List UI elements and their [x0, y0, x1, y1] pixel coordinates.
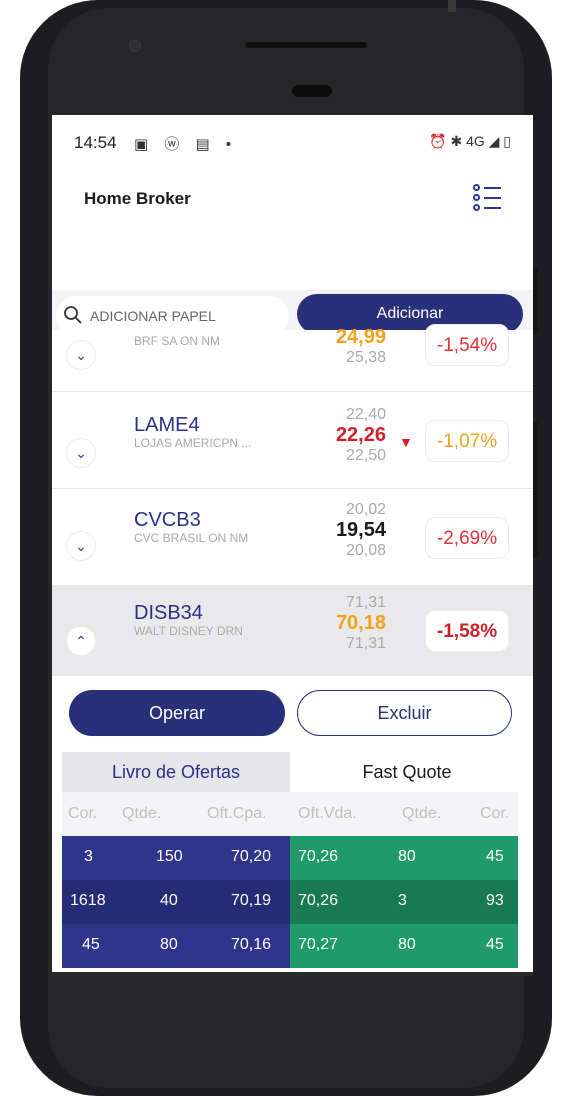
- status-time: 14:54: [74, 133, 117, 152]
- front-camera: [129, 40, 141, 52]
- screen: 14:54 ▣ ⓦ ▤ • ⏰ ✱ 4G ◢ ▯ Home Broker Adi…: [52, 115, 533, 972]
- buy-qty: 40: [160, 892, 178, 909]
- price-column: 22,40 22,26 22,50: [312, 406, 386, 465]
- proximity-sensor: [292, 85, 332, 97]
- quote-row[interactable]: ⌄ CVCB3 CVC BRASIL ON NM 20,02 19,54 20,…: [52, 489, 533, 586]
- sell-broker: 45: [486, 848, 504, 865]
- buy-qty: 150: [156, 848, 183, 865]
- buy-broker: 45: [82, 936, 100, 953]
- last-price: 19,54: [335, 519, 386, 541]
- price-column: 71,31 70,18 71,31: [312, 594, 386, 653]
- search-icon: [64, 306, 82, 324]
- list-menu-icon[interactable]: [473, 181, 503, 215]
- app-title: Home Broker: [84, 189, 191, 208]
- bid-price: 70,20: [231, 848, 272, 865]
- sell-qty: 3: [398, 892, 407, 909]
- header-broker-buy: Cor.: [68, 805, 98, 822]
- price-column: 24,99 25,38: [312, 326, 386, 367]
- tab-fast-quote[interactable]: Fast Quote: [296, 752, 518, 792]
- header-broker-sell: Cor.: [480, 805, 510, 822]
- delete-button[interactable]: Excluir: [297, 690, 512, 736]
- action-buttons: Operar Excluir: [52, 676, 533, 746]
- order-book-row: 45 80 70,16 70,27 80 45: [62, 924, 518, 968]
- header-ask: Oft.Vda.: [298, 805, 357, 822]
- last-price: 24,99: [335, 326, 386, 348]
- app-bar: Home Broker: [52, 171, 533, 233]
- low-price: 20,02: [345, 501, 386, 518]
- price-column: 20,02 19,54 20,08: [312, 501, 386, 560]
- header-qty-sell: Qtde.: [402, 805, 442, 822]
- high-price: 20,08: [345, 542, 386, 559]
- order-book-row: 3 150 70,20 70,26 80 45: [62, 836, 518, 880]
- high-price: 71,31: [345, 635, 386, 652]
- quote-row-expanded[interactable]: ⌃ DISB34 WALT DISNEY DRN 71,31 70,18 71,…: [52, 586, 533, 676]
- quote-row[interactable]: ⌄ LAME4 LOJAS AMERICPN ... 22,40 22,26 2…: [52, 392, 533, 489]
- header-qty-buy: Qtde.: [122, 805, 162, 822]
- menu-dot: [473, 194, 480, 201]
- menu-line: [484, 207, 501, 209]
- variation-badge: -1,58%: [425, 610, 509, 652]
- buy-qty: 80: [160, 936, 178, 953]
- chevron-down-icon[interactable]: ⌄: [66, 438, 96, 468]
- system-icons: ⏰ ✱ 4G ◢ ▯: [429, 133, 511, 149]
- ask-price: 70,27: [298, 936, 339, 953]
- variation-badge: -1,07%: [425, 420, 509, 462]
- search-input[interactable]: [90, 304, 280, 328]
- menu-line: [484, 197, 501, 199]
- low-price: 71,31: [345, 594, 386, 611]
- menu-line: [484, 187, 501, 189]
- sell-qty: 80: [398, 936, 416, 953]
- company-name: CVC BRASIL ON NM: [134, 531, 249, 545]
- bid-price: 70,16: [231, 936, 272, 953]
- high-price: 25,38: [345, 349, 386, 366]
- company-name: BRF SA ON NM: [134, 334, 221, 348]
- ask-price: 70,26: [298, 892, 339, 909]
- notification-icons: ▣ ⓦ ▤ •: [134, 136, 238, 153]
- price-down-icon: ▼: [399, 434, 413, 450]
- detail-tabs: Livro de Ofertas Fast Quote: [62, 752, 518, 792]
- quote-row[interactable]: ⌄ BRF SA ON NM 24,99 25,38 -1,54%: [52, 324, 533, 392]
- chevron-down-icon[interactable]: ⌄: [66, 340, 96, 370]
- ticker-symbol: DISB34: [134, 602, 203, 624]
- high-price: 22,50: [345, 447, 386, 464]
- sell-broker: 93: [486, 892, 504, 909]
- variation-badge: -2,69%: [425, 517, 509, 559]
- chevron-up-icon[interactable]: ⌃: [66, 626, 96, 656]
- last-price: 22,26: [335, 424, 386, 446]
- tab-order-book[interactable]: Livro de Ofertas: [62, 752, 290, 792]
- variation-badge: -1,54%: [425, 324, 509, 366]
- earpiece-speaker: [245, 42, 367, 48]
- menu-dot: [473, 184, 480, 191]
- sell-broker: 45: [486, 936, 504, 953]
- operate-button[interactable]: Operar: [69, 690, 285, 736]
- buy-broker: 1618: [70, 892, 106, 909]
- menu-dot: [473, 204, 480, 211]
- ticker-symbol: LAME4: [134, 414, 200, 436]
- low-price: 22,40: [345, 406, 386, 423]
- order-book-row: 1618 40 70,19 70,26 3 93: [62, 880, 518, 924]
- bid-price: 70,19: [231, 892, 272, 909]
- header-spacer: [52, 233, 533, 288]
- company-name: LOJAS AMERICPN ...: [134, 436, 252, 450]
- buy-broker: 3: [84, 848, 93, 865]
- ask-price: 70,26: [298, 848, 339, 865]
- sell-qty: 80: [398, 848, 416, 865]
- order-book-header: Cor. Qtde. Oft.Cpa. Oft.Vda. Qtde. Cor.: [62, 792, 518, 836]
- chevron-down-icon[interactable]: ⌄: [66, 531, 96, 561]
- status-bar: 14:54 ▣ ⓦ ▤ • ⏰ ✱ 4G ◢ ▯: [52, 115, 533, 171]
- top-antenna: [448, 0, 456, 12]
- ticker-symbol: CVCB3: [134, 509, 201, 531]
- last-price: 70,18: [335, 612, 386, 634]
- screen-bottom-edge: [52, 972, 533, 976]
- header-bid: Oft.Cpa.: [207, 805, 267, 822]
- company-name: WALT DISNEY DRN: [134, 624, 243, 638]
